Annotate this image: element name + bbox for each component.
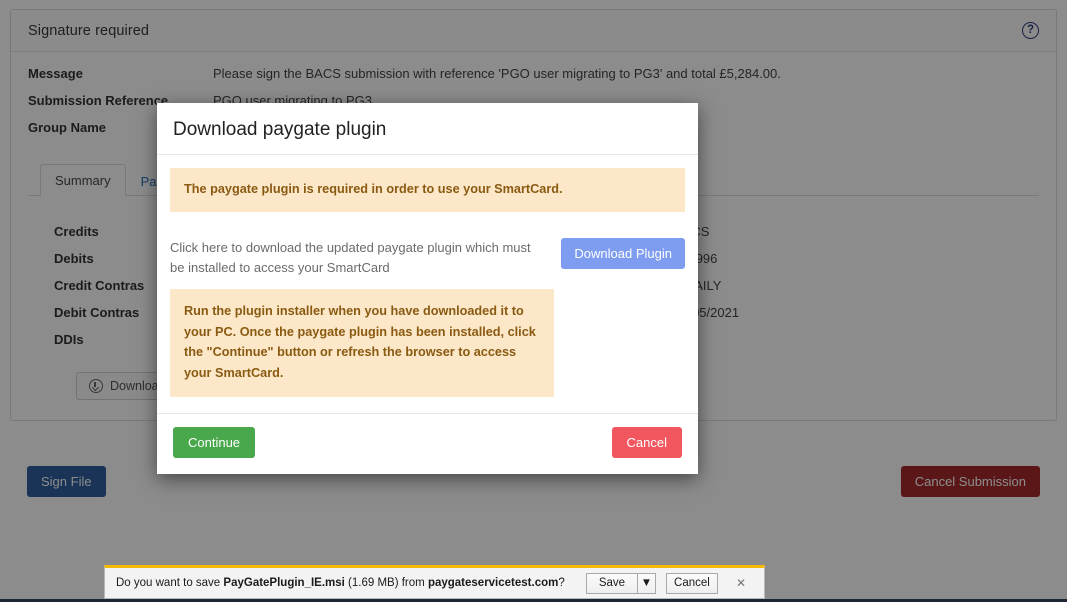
modal-footer: Continue Cancel	[157, 412, 698, 474]
plugin-installer-alert: Run the plugin installer when you have d…	[170, 289, 554, 397]
download-prompt-suffix: ?	[558, 577, 565, 589]
modal-cancel-button[interactable]: Cancel	[611, 426, 682, 458]
plugin-required-alert: The paygate plugin is required in order …	[170, 168, 685, 212]
download-source-domain: paygateservicetest.com	[427, 577, 559, 589]
download-prompt-prefix: Do you want to save	[116, 577, 224, 589]
modal-header: Download paygate plugin	[157, 103, 698, 155]
download-bar-prompt: Do you want to save PayGatePlugin_IE.msi…	[116, 577, 586, 589]
download-bar-close-icon[interactable]: ✕	[730, 575, 752, 591]
download-cancel-button[interactable]: Cancel	[665, 572, 718, 594]
browser-download-bar: Do you want to save PayGatePlugin_IE.msi…	[104, 565, 765, 599]
download-file-name: PayGatePlugin_IE.msi	[223, 577, 345, 589]
download-file-size: (1.69 MB)	[344, 577, 402, 589]
download-plugin-button[interactable]: Download Plugin	[561, 237, 685, 269]
download-instruction-text: Click here to download the updated payga…	[170, 239, 531, 276]
download-save-dropdown-icon[interactable]: ▼	[637, 572, 656, 594]
download-from-word: from	[401, 577, 428, 589]
download-plugin-modal: Download paygate plugin The paygate plug…	[157, 103, 698, 474]
screen-root: Signature required ? Message Please sign…	[0, 0, 1067, 602]
modal-body: The paygate plugin is required in order …	[157, 155, 698, 413]
download-instruction-row: Click here to download the updated payga…	[170, 237, 685, 280]
modal-title: Download paygate plugin	[173, 119, 387, 140]
download-save-button[interactable]: Save	[585, 572, 638, 594]
continue-button[interactable]: Continue	[173, 426, 256, 458]
download-bar-actions: Save ▼ Cancel ✕	[585, 572, 756, 594]
